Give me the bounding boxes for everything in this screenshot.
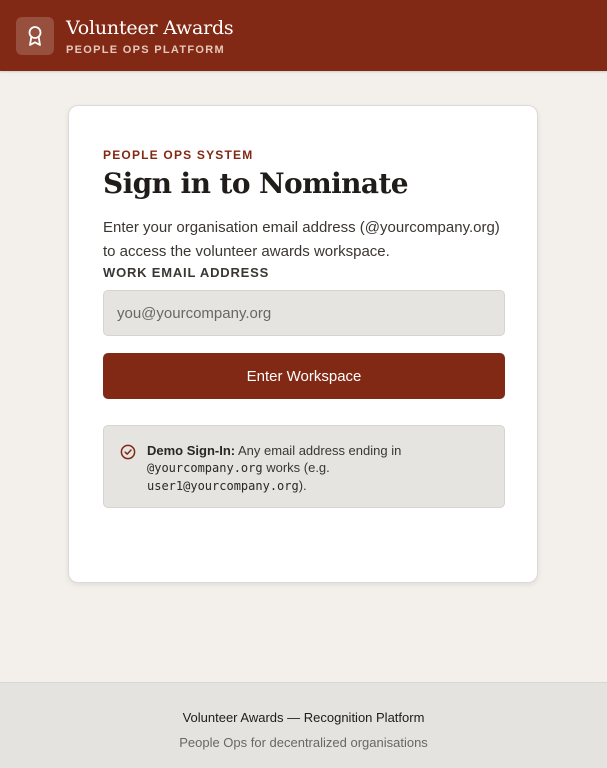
app-title: Volunteer Awards: [66, 16, 234, 39]
enter-workspace-button[interactable]: Enter Workspace: [103, 353, 505, 399]
brand-block: Volunteer Awards PEOPLE OPS PLATFORM: [66, 16, 234, 56]
domain-code: @yourcompany.org: [147, 461, 263, 475]
demo-notice-part-2: works (e.g.: [262, 460, 330, 475]
app-subtitle: PEOPLE OPS PLATFORM: [66, 43, 225, 56]
award-ribbon-icon: [16, 16, 54, 55]
signin-card: PEOPLE OPS SYSTEM Sign in to Nominate En…: [68, 105, 538, 583]
example-email-code: user1@yourcompany.org: [147, 479, 299, 493]
footer-subtitle: People Ops for decentralized organisatio…: [179, 735, 428, 750]
email-label: WORK EMAIL ADDRESS: [103, 265, 270, 280]
intro-text: Enter your organisation email address (@…: [103, 219, 500, 260]
demo-notice-text: Demo Sign-In: Any email address ending i…: [147, 442, 401, 495]
demo-notice: Demo Sign-In: Any email address ending i…: [103, 425, 505, 508]
check-circle-icon: [120, 444, 136, 460]
demo-notice-title: Demo Sign-In:: [147, 443, 236, 458]
demo-notice-part-3: ).: [298, 478, 307, 493]
demo-notice-part-1: Any email address ending in: [235, 443, 402, 458]
email-field[interactable]: [103, 290, 505, 336]
top-bar: Volunteer Awards PEOPLE OPS PLATFORM: [0, 0, 607, 71]
page-footer: Volunteer Awards — Recognition Platform …: [0, 682, 607, 768]
section-eyebrow: PEOPLE OPS SYSTEM: [103, 148, 254, 162]
page-title: Sign in to Nominate: [103, 167, 409, 200]
footer-title: Volunteer Awards — Recognition Platform: [182, 710, 425, 725]
